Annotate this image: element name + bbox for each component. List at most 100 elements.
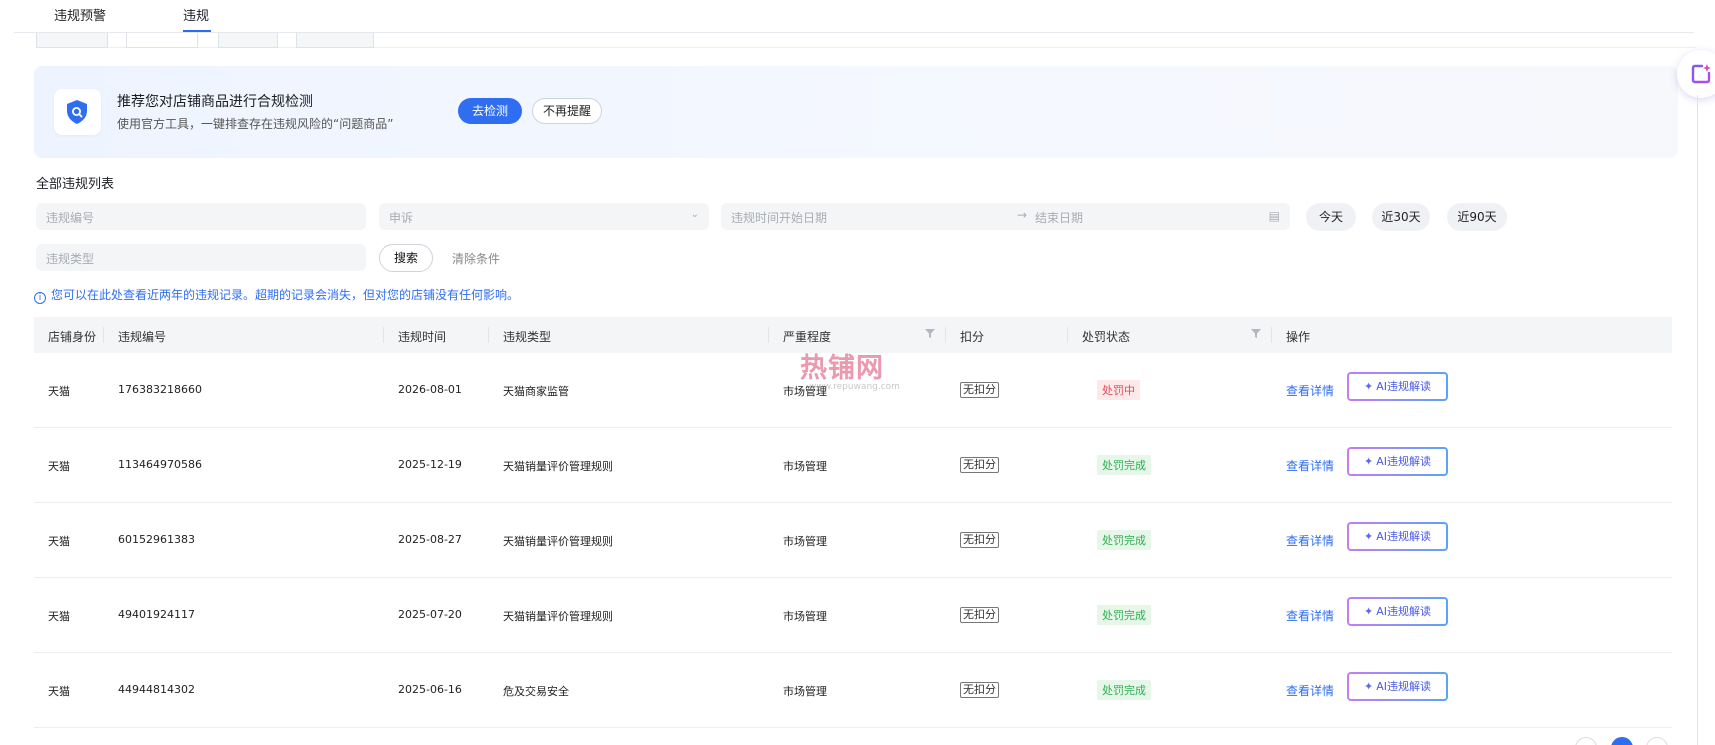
violation-number-input[interactable]: 违规编号 bbox=[36, 203, 366, 230]
sparkle-icon: ✦ bbox=[1364, 680, 1374, 693]
cell-violation-time: 2026-08-01 bbox=[398, 383, 462, 396]
column-divider bbox=[383, 327, 384, 343]
table-row: 天猫 49401924117 2025-07-20 天猫销量评价管理规则 市场管… bbox=[34, 578, 1672, 653]
no-deduction-tag: 无扣分 bbox=[960, 682, 999, 698]
retention-notice: i 您可以在此处查看近两年的违规记录。超期的记录会消失，但对您的店铺没有任何影响。 bbox=[34, 286, 519, 304]
assistant-sparkle-icon bbox=[1691, 64, 1711, 84]
cell-violation-number: 44944814302 bbox=[118, 683, 195, 696]
ai-interpret-label: AI违规解读 bbox=[1376, 380, 1431, 393]
column-divider bbox=[1271, 327, 1272, 343]
list-title: 全部违规列表 bbox=[36, 177, 115, 192]
cell-store: 天猫 bbox=[48, 460, 70, 473]
severity-filter-icon[interactable] bbox=[925, 329, 935, 338]
appeal-select[interactable]: 申诉 ⌄ bbox=[379, 203, 709, 230]
tab-violation-warning[interactable]: 违规预警 bbox=[54, 5, 106, 24]
table-row: 天猫 44944814302 2025-06-16 危及交易安全 市场管理 无扣… bbox=[34, 653, 1672, 728]
status-badge: 处罚中 bbox=[1097, 380, 1140, 400]
arrow-right-icon: → bbox=[1017, 208, 1028, 222]
compliance-banner: 推荐您对店铺商品进行合规检测 使用官方工具，一键排查存在违规风险的“问题商品” … bbox=[34, 66, 1678, 158]
calendar-icon: ▤ bbox=[1268, 209, 1280, 223]
cell-violation-time: 2025-07-20 bbox=[398, 608, 462, 621]
go-check-button[interactable]: 去检测 bbox=[458, 98, 522, 124]
violation-type-placeholder: 违规类型 bbox=[46, 252, 95, 266]
violation-number-placeholder: 违规编号 bbox=[46, 211, 95, 225]
col-actions: 操作 bbox=[1286, 330, 1311, 344]
right-scroll-rail bbox=[1697, 95, 1698, 745]
no-deduction-tag: 无扣分 bbox=[960, 382, 999, 398]
top-tab-bar: 违规预警 违规 bbox=[14, 0, 1694, 33]
last-90-days-button[interactable]: 近90天 bbox=[1447, 203, 1507, 231]
sparkle-icon: ✦ bbox=[1364, 380, 1374, 393]
dont-remind-button[interactable]: 不再提醒 bbox=[532, 98, 602, 124]
violation-type-input[interactable]: 违规类型 bbox=[36, 244, 366, 271]
clear-filters-button[interactable]: 清除条件 bbox=[452, 250, 500, 267]
date-range-picker[interactable]: 违规时间 开始日期 → 结束日期 ▤ bbox=[721, 203, 1290, 230]
ai-interpret-button[interactable]: ✦ AI违规解读 bbox=[1347, 372, 1448, 401]
date-range-label: 违规时间 bbox=[731, 211, 780, 225]
cell-violation-type: 天猫商家监管 bbox=[503, 385, 569, 398]
status-badge: 处罚完成 bbox=[1097, 680, 1151, 700]
cell-severity: 市场管理 bbox=[783, 610, 827, 623]
cell-violation-time: 2025-08-27 bbox=[398, 533, 462, 546]
ai-interpret-button[interactable]: ✦ AI违规解读 bbox=[1347, 672, 1448, 701]
sparkle-icon: ✦ bbox=[1364, 455, 1374, 468]
pagination-next[interactable] bbox=[1646, 737, 1668, 745]
no-deduction-tag: 无扣分 bbox=[960, 532, 999, 548]
table-row: 天猫 113464970586 2025-12-19 天猫销量评价管理规则 市场… bbox=[34, 428, 1672, 503]
pagination-page-current[interactable] bbox=[1611, 737, 1633, 745]
view-details-link[interactable]: 查看详情 bbox=[1286, 457, 1334, 474]
cell-severity: 市场管理 bbox=[783, 685, 827, 698]
end-date-input[interactable]: 结束日期 bbox=[1035, 209, 1083, 226]
cell-violation-number: 49401924117 bbox=[118, 608, 195, 621]
col-violation-number: 违规编号 bbox=[118, 330, 167, 344]
view-details-link[interactable]: 查看详情 bbox=[1286, 382, 1334, 399]
watermark-url: www.repuwang.com bbox=[809, 382, 900, 392]
cell-violation-type: 危及交易安全 bbox=[503, 685, 569, 698]
cell-store: 天猫 bbox=[48, 610, 70, 623]
ai-assistant-float-button[interactable] bbox=[1677, 50, 1715, 98]
view-details-link[interactable]: 查看详情 bbox=[1286, 532, 1334, 549]
col-violation-type: 违规类型 bbox=[503, 330, 552, 344]
violation-page: 违规预警 违规 推荐您对店铺商品进行合规检测 使用官方工具，一键排查存在违规风险… bbox=[0, 0, 1715, 745]
view-details-link[interactable]: 查看详情 bbox=[1286, 607, 1334, 624]
cell-violation-type: 天猫销量评价管理规则 bbox=[503, 535, 613, 548]
cell-violation-time: 2025-12-19 bbox=[398, 458, 462, 471]
cell-store: 天猫 bbox=[48, 685, 70, 698]
table-row: 天猫 60152961383 2025-08-27 天猫销量评价管理规则 市场管… bbox=[34, 503, 1672, 578]
col-violation-time: 违规时间 bbox=[398, 330, 447, 344]
appeal-select-placeholder: 申诉 bbox=[389, 211, 414, 225]
column-divider bbox=[488, 327, 489, 343]
cell-store: 天猫 bbox=[48, 535, 70, 548]
start-date-input[interactable]: 开始日期 bbox=[779, 209, 827, 226]
view-details-link[interactable]: 查看详情 bbox=[1286, 682, 1334, 699]
column-divider bbox=[1067, 327, 1068, 343]
status-filter-icon[interactable] bbox=[1251, 329, 1261, 338]
ai-interpret-label: AI违规解读 bbox=[1376, 680, 1431, 693]
cell-violation-type: 天猫销量评价管理规则 bbox=[503, 610, 613, 623]
column-divider bbox=[103, 327, 104, 343]
search-button[interactable]: 搜索 bbox=[379, 244, 433, 272]
column-divider bbox=[768, 327, 769, 343]
banner-description: 使用官方工具，一键排查存在违规风险的“问题商品” bbox=[117, 117, 394, 131]
last-30-days-button[interactable]: 近30天 bbox=[1372, 203, 1430, 231]
cell-severity: 市场管理 bbox=[783, 460, 827, 473]
sparkle-icon: ✦ bbox=[1364, 530, 1374, 543]
retention-notice-text: 您可以在此处查看近两年的违规记录。超期的记录会消失，但对您的店铺没有任何影响。 bbox=[51, 288, 520, 302]
ai-interpret-button[interactable]: ✦ AI违规解读 bbox=[1347, 522, 1448, 551]
status-badge: 处罚完成 bbox=[1097, 455, 1151, 475]
active-tab-underline bbox=[183, 30, 211, 32]
col-severity: 严重程度 bbox=[783, 330, 832, 344]
status-badge: 处罚完成 bbox=[1097, 605, 1151, 625]
no-deduction-tag: 无扣分 bbox=[960, 607, 999, 623]
ai-interpret-button[interactable]: ✦ AI违规解读 bbox=[1347, 597, 1448, 626]
today-button[interactable]: 今天 bbox=[1306, 203, 1356, 231]
ai-interpret-button[interactable]: ✦ AI违规解读 bbox=[1347, 447, 1448, 476]
sub-tabs-divider bbox=[36, 47, 1696, 48]
no-deduction-tag: 无扣分 bbox=[960, 457, 999, 473]
pagination-prev[interactable] bbox=[1575, 737, 1597, 745]
shield-search-icon bbox=[67, 100, 87, 124]
site-watermark: 热铺网 www.repuwang.com bbox=[800, 346, 912, 402]
banner-title: 推荐您对店铺商品进行合规检测 bbox=[117, 94, 313, 110]
tab-violation[interactable]: 违规 bbox=[183, 5, 209, 24]
cell-store: 天猫 bbox=[48, 385, 70, 398]
